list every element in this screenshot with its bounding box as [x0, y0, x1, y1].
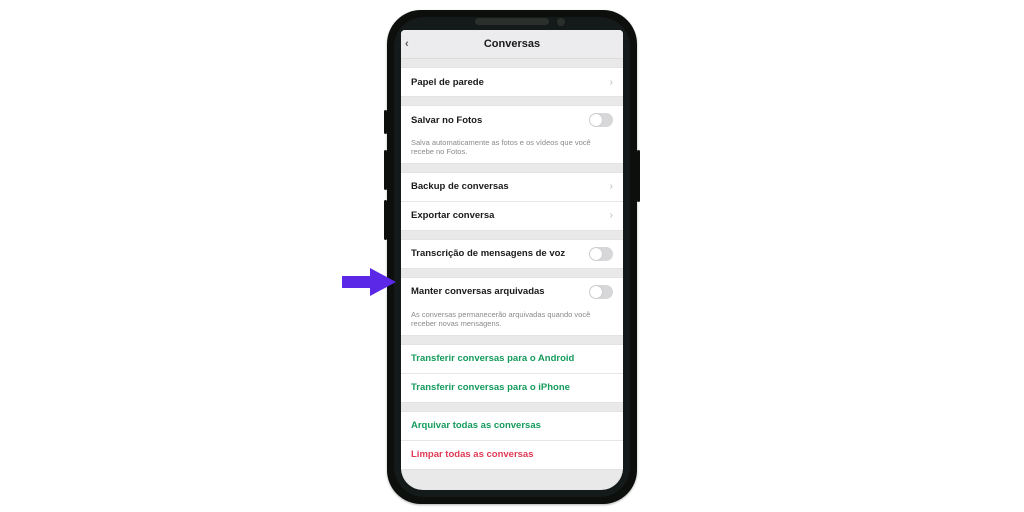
row-description: Salva automaticamente as fotos e os víde… — [401, 134, 623, 163]
row-clear-all[interactable]: Limpar todas as conversas — [401, 440, 623, 469]
row-label: Exportar conversa — [411, 210, 494, 221]
group-danger: Arquivar todas as conversas Limpar todas… — [401, 411, 623, 470]
phone-frame: ‹ Conversas Papel de parede › Salvar no … — [387, 10, 637, 504]
row-label: Papel de parede — [411, 77, 484, 88]
chevron-right-icon: › — [610, 181, 613, 192]
row-voice-transcription[interactable]: Transcrição de mensagens de voz — [401, 240, 623, 268]
phone-side-button — [384, 150, 387, 190]
phone-notch — [475, 18, 549, 25]
row-export[interactable]: Exportar conversa › — [401, 201, 623, 230]
nav-bar: ‹ Conversas — [401, 30, 623, 59]
chevron-right-icon: › — [610, 77, 613, 88]
row-transfer-iphone[interactable]: Transferir conversas para o iPhone — [401, 373, 623, 402]
page-title: Conversas — [484, 38, 540, 50]
row-backup[interactable]: Backup de conversas › — [401, 173, 623, 201]
chevron-right-icon: › — [610, 210, 613, 221]
toggle-voice-transcription[interactable] — [589, 247, 613, 261]
row-label: Manter conversas arquivadas — [411, 286, 545, 297]
row-label: Backup de conversas — [411, 181, 509, 192]
group-transfer: Transferir conversas para o Android Tran… — [401, 344, 623, 403]
row-label: Transcrição de mensagens de voz — [411, 248, 565, 259]
toggle-keep-archived[interactable] — [589, 285, 613, 299]
group-keep-archived: Manter conversas arquivadas As conversas… — [401, 277, 623, 336]
row-label: Arquivar todas as conversas — [411, 420, 541, 431]
phone-side-button — [384, 110, 387, 134]
group-voice-transcription: Transcrição de mensagens de voz — [401, 239, 623, 269]
row-archive-all[interactable]: Arquivar todas as conversas — [401, 412, 623, 440]
toggle-save-photos[interactable] — [589, 113, 613, 127]
screen: ‹ Conversas Papel de parede › Salvar no … — [401, 30, 623, 490]
row-label: Transferir conversas para o iPhone — [411, 382, 570, 393]
phone-side-button — [637, 150, 640, 202]
back-button[interactable]: ‹ — [405, 30, 409, 58]
row-keep-archived[interactable]: Manter conversas arquivadas — [401, 278, 623, 306]
group-save-photos: Salvar no Fotos Salva automaticamente as… — [401, 105, 623, 164]
phone-side-button — [384, 200, 387, 240]
group-wallpaper: Papel de parede › — [401, 67, 623, 97]
group-backup: Backup de conversas › Exportar conversa … — [401, 172, 623, 231]
row-transfer-android[interactable]: Transferir conversas para o Android — [401, 345, 623, 373]
row-label: Transferir conversas para o Android — [411, 353, 574, 364]
row-label: Salvar no Fotos — [411, 115, 482, 126]
row-label: Limpar todas as conversas — [411, 449, 534, 460]
row-description: As conversas permanecerão arquivadas qua… — [401, 306, 623, 335]
row-save-photos[interactable]: Salvar no Fotos — [401, 106, 623, 134]
row-wallpaper[interactable]: Papel de parede › — [401, 68, 623, 96]
